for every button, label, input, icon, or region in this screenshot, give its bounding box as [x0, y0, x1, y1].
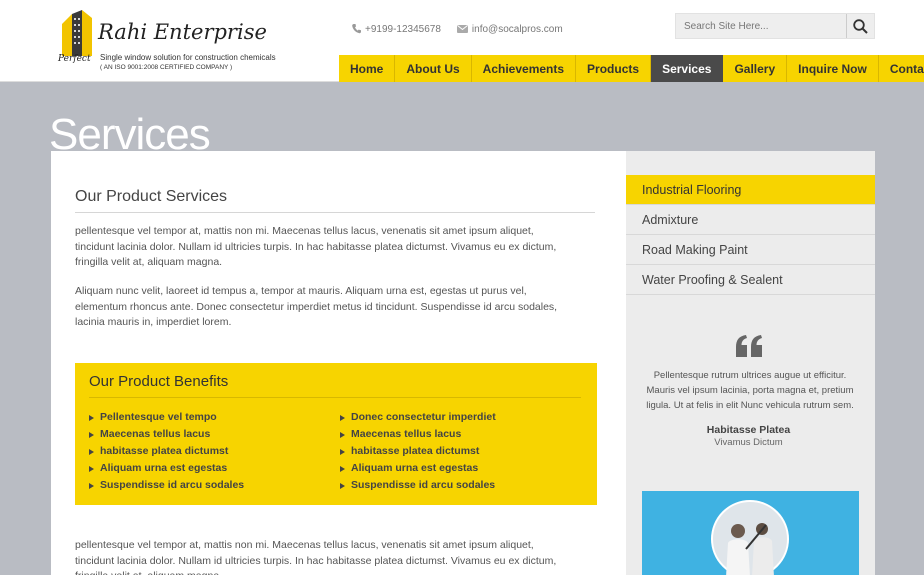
- sidebar: Industrial Flooring Admixture Road Makin…: [626, 151, 875, 575]
- iso-certification: ( AN ISO 9001:2008 CERTIFIED COMPANY ): [100, 64, 233, 71]
- email-contact[interactable]: info@socalpros.com: [456, 23, 563, 35]
- benefit-item: Aliquam urna est egestas: [89, 460, 244, 477]
- page-title: Services: [49, 110, 210, 152]
- search-icon: [853, 18, 868, 34]
- testimonial-author: Habitasse Platea: [706, 424, 791, 436]
- benefit-item: Maecenas tellus lacus: [89, 426, 244, 443]
- nav-about-us[interactable]: About Us: [395, 55, 472, 82]
- main-content: Our Product Services pellentesque vel te…: [51, 151, 626, 575]
- phone-number: +9199-12345678: [365, 23, 441, 35]
- services-menu: Industrial Flooring Admixture Road Makin…: [626, 175, 875, 295]
- search-input[interactable]: [676, 14, 846, 38]
- quote-icon: [736, 335, 762, 357]
- benefits-divider: [89, 397, 581, 398]
- testimonial-role: Vivamus Dictum: [714, 437, 783, 448]
- benefits-list-right: Donec consectetur imperdiet Maecenas tel…: [340, 409, 496, 494]
- site-logo[interactable]: Perfect Rahi Enterprise Single window so…: [58, 8, 276, 74]
- sidebar-item-road-making-paint[interactable]: Road Making Paint: [626, 235, 875, 265]
- phone-icon: [352, 24, 361, 34]
- benefits-list-left: Pellentesque vel tempo Maecenas tellus l…: [89, 409, 244, 494]
- promo-image[interactable]: [642, 491, 859, 575]
- benefit-item: habitasse platea dictumst: [340, 443, 496, 460]
- site-header: Perfect Rahi Enterprise Single window so…: [0, 0, 924, 82]
- third-paragraph: pellentesque vel tempor at, mattis non m…: [75, 539, 557, 575]
- nav-gallery[interactable]: Gallery: [723, 55, 788, 82]
- benefit-item: Suspendisse id arcu sodales: [89, 477, 244, 494]
- mail-icon: [456, 25, 468, 33]
- benefit-item: Aliquam urna est egestas: [340, 460, 496, 477]
- benefit-item: Suspendisse id arcu sodales: [340, 477, 496, 494]
- benefit-item: Donec consectetur imperdiet: [340, 409, 496, 426]
- brand-perfect-word: Perfect: [58, 54, 91, 64]
- nav-inquire-now[interactable]: Inquire Now: [787, 55, 879, 82]
- site-search: [675, 13, 875, 39]
- phone-contact[interactable]: +9199-12345678: [352, 24, 441, 35]
- intro-paragraph: pellentesque vel tempor at, mattis non m…: [75, 225, 557, 268]
- brand-name: Rahi Enterprise: [98, 20, 267, 44]
- building-logo-icon: [62, 10, 92, 56]
- heading-divider: [75, 212, 595, 213]
- sidebar-item-industrial-flooring[interactable]: Industrial Flooring: [626, 175, 875, 205]
- benefit-item: habitasse platea dictumst: [89, 443, 244, 460]
- sidebar-item-water-proofing[interactable]: Water Proofing & Sealent: [626, 265, 875, 295]
- benefits-heading: Our Product Benefits: [89, 373, 229, 390]
- second-paragraph: Aliquam nunc velit, laoreet id tempus a,…: [75, 285, 558, 328]
- workers-photo-icon: [711, 500, 789, 575]
- nav-contact-us[interactable]: Contact Us: [879, 55, 924, 82]
- main-nav: Home About Us Achievements Products Serv…: [339, 55, 924, 82]
- nav-home[interactable]: Home: [339, 55, 396, 82]
- benefits-box: Our Product Benefits Pellentesque vel te…: [75, 363, 597, 505]
- brand-tagline: Single window solution for construction …: [100, 53, 276, 62]
- benefit-item: Pellentesque vel tempo: [89, 409, 244, 426]
- testimonial-text: Pellentesque rutrum ultrices augue ut ef…: [646, 370, 854, 411]
- search-button[interactable]: [846, 14, 874, 38]
- sidebar-item-admixture[interactable]: Admixture: [626, 205, 875, 235]
- email-address: info@socalpros.com: [471, 23, 563, 35]
- section-heading: Our Product Services: [75, 188, 228, 205]
- benefit-item: Maecenas tellus lacus: [340, 426, 496, 443]
- nav-achievements[interactable]: Achievements: [472, 55, 577, 82]
- nav-products[interactable]: Products: [576, 55, 652, 82]
- nav-services[interactable]: Services: [651, 55, 724, 82]
- contact-info: +9199-12345678 info@socalpros.com: [352, 22, 563, 36]
